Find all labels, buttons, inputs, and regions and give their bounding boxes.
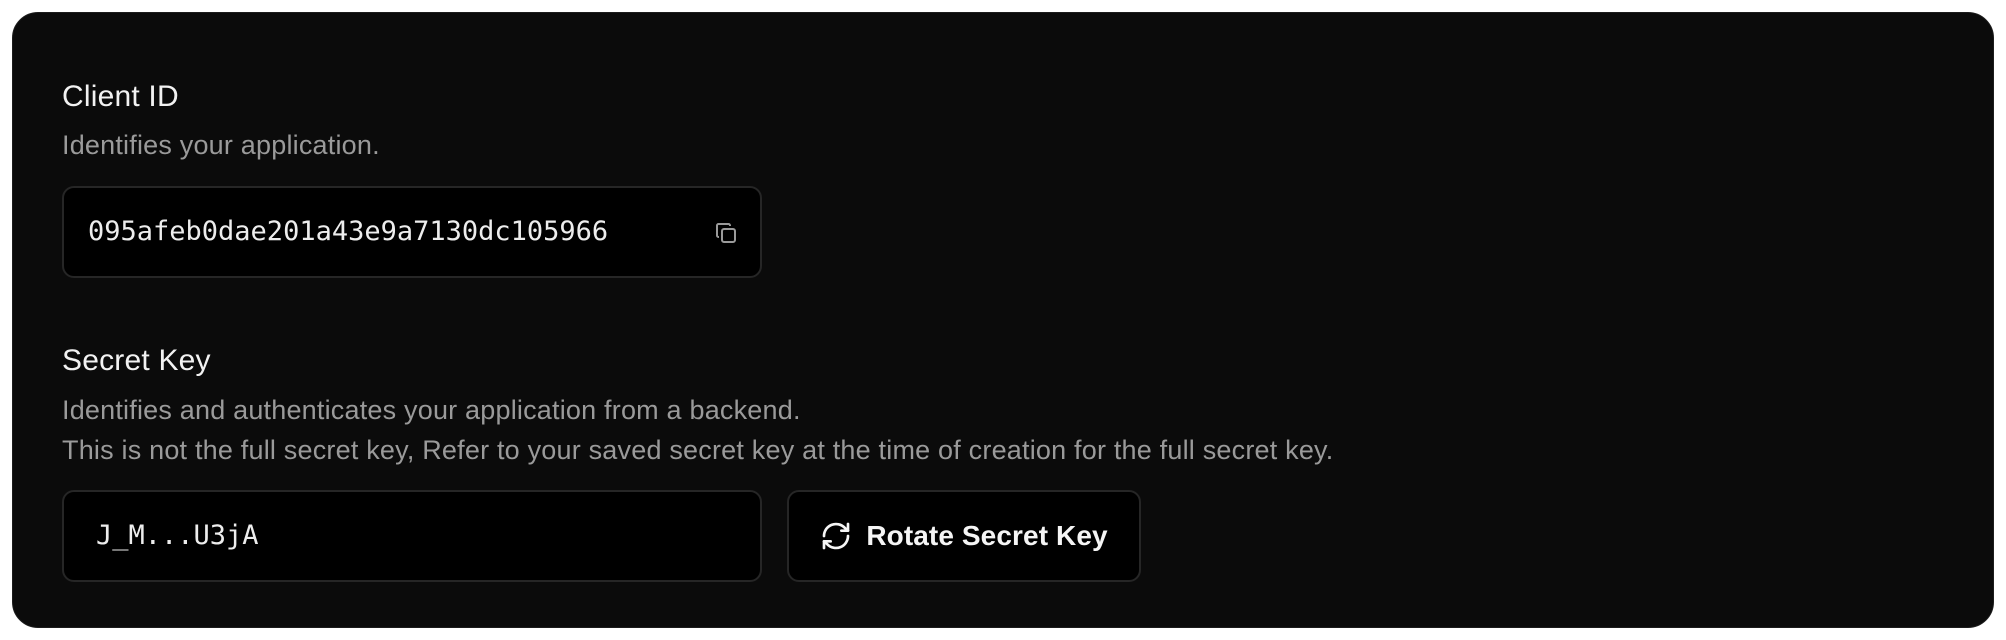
client-id-title: Client ID bbox=[62, 80, 179, 113]
client-id-value[interactable]: 095afeb0dae201a43e9a7130dc105966 bbox=[88, 215, 608, 249]
refresh-icon bbox=[820, 520, 852, 552]
copy-button[interactable] bbox=[708, 215, 744, 251]
api-credentials-card: Client ID Identifies your application. 0… bbox=[12, 12, 1994, 628]
secret-key-value[interactable]: J_M...U3jA bbox=[96, 519, 259, 553]
secret-key-field[interactable]: J_M...U3jA bbox=[62, 490, 762, 582]
rotate-secret-key-button[interactable]: Rotate Secret Key bbox=[787, 490, 1141, 582]
secret-key-description-line1: Identifies and authenticates your applic… bbox=[62, 395, 801, 425]
secret-key-description-line2: This is not the full secret key, Refer t… bbox=[62, 435, 1334, 465]
copy-icon bbox=[716, 223, 736, 243]
client-id-field[interactable]: 095afeb0dae201a43e9a7130dc105966 bbox=[62, 186, 762, 278]
rotate-secret-key-label: Rotate Secret Key bbox=[866, 520, 1108, 551]
client-id-description: Identifies your application. bbox=[62, 130, 380, 160]
secret-key-title: Secret Key bbox=[62, 344, 211, 377]
